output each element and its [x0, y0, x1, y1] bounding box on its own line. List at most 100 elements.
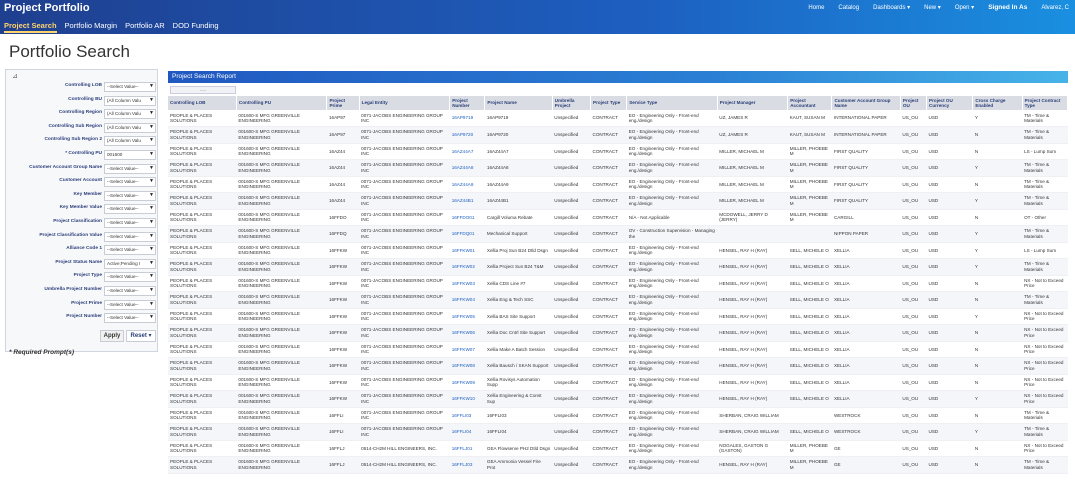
project-number-link[interactable]: 16FFLJ01 [449, 440, 485, 457]
project-number-link[interactable]: 16FFKW07 [449, 341, 485, 358]
column-header[interactable]: Project Contract Type [1022, 96, 1069, 110]
column-header[interactable]: Project Accountant [787, 96, 833, 110]
table-cell: 0071-JACOBS ENGINEERING GROUP INC [359, 258, 450, 276]
prompt-select[interactable]: 001600 ▼ [104, 150, 156, 160]
catalog-link[interactable]: Catalog [838, 5, 859, 11]
table-cell: 0071-JACOBS ENGINEERING GROUP INC [359, 374, 450, 391]
column-header[interactable]: Project Name [484, 96, 553, 110]
project-number-link[interactable]: 16AZ44A9 [449, 176, 485, 193]
table-cell: 001600-S MFG GREENVILLE ENGINEERING [236, 440, 327, 457]
open-menu[interactable]: Open ▾ [955, 4, 974, 11]
column-header[interactable]: Project OU Currency [926, 96, 974, 110]
column-header[interactable]: Project Number [449, 96, 486, 110]
table-cell: XELLIA [831, 324, 901, 342]
project-number-link[interactable]: 16AP9720 [449, 126, 485, 144]
column-header[interactable]: Project OU [900, 96, 928, 110]
table-cell: PEOPLE & PLACES SOLUTIONS [168, 324, 237, 342]
table-cell: CONTRACT [590, 324, 627, 342]
table-row: PEOPLE & PLACES SOLUTIONS 001600-S MFG GR… [168, 374, 1068, 391]
table-cell: 0071-JACOBS ENGINEERING GROUP INC [359, 110, 450, 127]
prompt-select[interactable]: --Select Value-- ▼ [104, 313, 156, 324]
table-cell: NX - Not to Exceed Price [1022, 275, 1068, 292]
column-header[interactable]: Umbrella Project [552, 96, 592, 110]
report-view-tab[interactable]: ----- [170, 86, 236, 94]
prompt-select[interactable]: --Select Value-- ▼ [104, 163, 156, 174]
dashboards-menu[interactable]: Dashboards ▾ [873, 4, 910, 11]
table-cell: EO - Engineering Only - Front-end eng./d… [626, 341, 718, 358]
table-cell: 001600-S MFG GREENVILLE ENGINEERING [236, 225, 327, 243]
column-header[interactable]: Project Manager [717, 96, 789, 110]
user-menu[interactable]: Alvarez, C [1041, 5, 1069, 11]
table-cell: CARGILL [831, 209, 901, 226]
prompt-select[interactable]: --Select Value-- ▼ [104, 177, 156, 188]
prompt-select[interactable]: (All Column Valu ▼ [104, 122, 156, 133]
column-header[interactable]: Service Type [626, 96, 718, 110]
collapse-icon[interactable]: ⊿ [12, 72, 18, 80]
table-cell: 001600-S MFG GREENVILLE ENGINEERING [236, 308, 327, 325]
home-link[interactable]: Home [808, 5, 824, 11]
prompt-select[interactable]: --Select Value-- ▼ [104, 231, 156, 242]
project-number-link[interactable]: 16FFLI03 [449, 407, 485, 424]
table-cell: CONTRACT [590, 209, 627, 226]
table-cell: N [972, 456, 1023, 474]
project-number-link[interactable]: 16FFKW04 [449, 291, 485, 309]
column-header[interactable]: Controlling LOB [168, 96, 237, 110]
prompt-select[interactable]: Active;Pending I ▼ [104, 258, 156, 269]
table-cell: 0071-JACOBS ENGINEERING GROUP INC [359, 423, 450, 441]
project-number-link[interactable]: 16AZ44A7 [449, 143, 485, 160]
project-number-link[interactable]: 16FFKW05 [449, 308, 485, 325]
prompt-select[interactable]: (All Column Valu ▼ [104, 136, 156, 147]
prompt-select[interactable]: --Select Value-- ▼ [104, 190, 156, 201]
table-cell: HENSEL, RAY H (RAY) [717, 374, 788, 391]
project-number-link[interactable]: 16AP9719 [449, 110, 485, 127]
new-menu[interactable]: New ▾ [924, 4, 941, 11]
project-number-link[interactable]: 16FFKW09 [449, 374, 485, 391]
column-header[interactable]: Controlling PU [236, 96, 328, 110]
nav-tab[interactable]: Portfolio Margin [65, 20, 118, 33]
table-cell: Y [972, 242, 1023, 259]
table-row: PEOPLE & PLACES SOLUTIONS 001600-S MFG GR… [168, 176, 1068, 193]
table-cell: Unspecified [552, 110, 591, 127]
prompt-select[interactable]: --Select Value-- ▼ [104, 204, 156, 215]
prompt-select[interactable]: --Select Value-- ▼ [104, 272, 156, 283]
table-cell: USD [926, 390, 973, 408]
nav-tab[interactable]: Portfolio AR [125, 20, 165, 33]
column-header[interactable]: Cross Charge Enabled [972, 96, 1023, 110]
project-number-link[interactable]: 16AZ44A8 [449, 159, 485, 177]
column-header[interactable]: Legal Entity [359, 96, 451, 110]
project-number-link[interactable]: 16FFKW10 [449, 390, 485, 408]
project-number-link[interactable]: 16FFLJ03 [449, 456, 485, 474]
column-header[interactable]: Project Prime [326, 96, 360, 110]
prompt-select[interactable]: --Select Value-- ▼ [104, 299, 156, 310]
table-cell: US_OU [900, 225, 927, 243]
prompt-select[interactable]: --Select Value-- ▼ [104, 286, 156, 296]
prompt-select[interactable]: --Select Value-- ▼ [104, 245, 156, 256]
reset-button[interactable]: Reset ▾ [126, 330, 156, 342]
table-cell: SELL, MICHELE O [787, 374, 832, 391]
prompt-select[interactable]: (All Column Valu ▼ [104, 109, 156, 120]
table-cell: Y [972, 258, 1023, 276]
project-number-link[interactable]: 16FFKW06 [449, 324, 485, 342]
prompt-select[interactable]: (All Column Valu ▼ [104, 95, 156, 106]
nav-tab[interactable]: Project Search [4, 20, 57, 33]
project-number-link[interactable]: 16FFKW03 [449, 275, 485, 292]
project-number-link[interactable]: 16AZ44B1 [449, 192, 485, 210]
table-cell: EO - Engineering Only - Front-end eng./d… [626, 176, 718, 193]
nav-tab[interactable]: DOD Funding [173, 20, 219, 33]
prompt-select[interactable]: --Select Value-- ▼ [104, 82, 156, 92]
table-cell: US_OU [900, 390, 927, 408]
project-number-link[interactable]: 16FFKW02 [449, 258, 485, 276]
prompt-label: * Controlling PU [65, 151, 102, 156]
column-header[interactable]: Project Type [590, 96, 628, 110]
project-number-link[interactable]: 16FFLI04 [449, 423, 485, 441]
project-number-link[interactable]: 16FFDQ01 [449, 225, 485, 243]
table-cell: CONTRACT [590, 291, 627, 309]
project-number-link[interactable]: 16FFKW01 [449, 242, 485, 259]
project-number-link[interactable]: 16FFKW08 [449, 357, 485, 375]
apply-button[interactable]: Apply [100, 330, 124, 342]
column-header[interactable]: Customer Account Group Name [831, 96, 901, 110]
prompt-select[interactable]: --Select Value-- ▼ [104, 218, 156, 228]
project-number-link[interactable]: 16FFDO01 [449, 209, 485, 226]
table-cell: N [972, 176, 1023, 193]
table-cell: MILLER, PHOEBE M [787, 456, 832, 474]
